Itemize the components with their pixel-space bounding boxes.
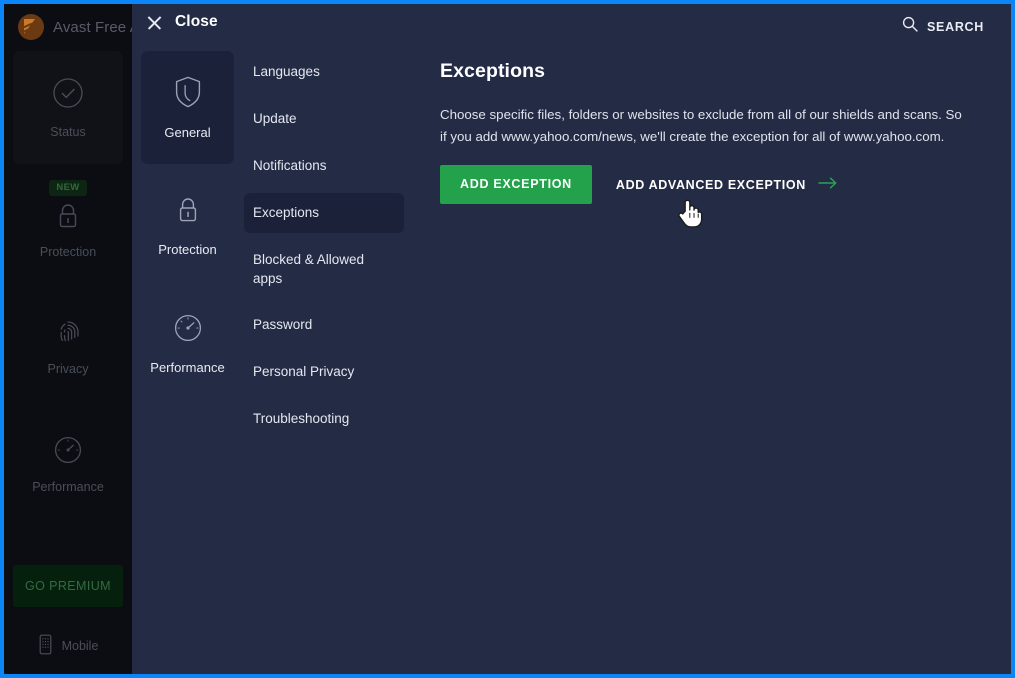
page-description: Choose specific files, folders or websit… [440, 107, 962, 144]
add-advanced-exception-button[interactable]: ADD ADVANCED EXCEPTION [616, 177, 838, 192]
add-exception-button[interactable]: ADD EXCEPTION [440, 165, 592, 204]
page-title: Exceptions [440, 60, 546, 82]
subnav-item-troubleshooting[interactable]: Troubleshooting [244, 399, 404, 439]
subnav-item-blocked-allowed-apps[interactable]: Blocked & Allowed apps [244, 240, 394, 298]
settings-category-label: Performance [150, 360, 225, 375]
check-circle-icon [51, 76, 85, 115]
settings-topbar: Close SEARCH [132, 4, 1011, 50]
lock-icon [54, 201, 82, 236]
settings-category-label: General [164, 125, 211, 140]
speedometer-icon [52, 434, 84, 471]
new-badge: NEW [49, 180, 87, 196]
sidebar-item-performance[interactable]: Performance [4, 434, 132, 494]
search-button-label: SEARCH [927, 19, 984, 34]
settings-subnav: Languages Update Notifications Exception… [244, 52, 404, 446]
app-window: Avast Free A Status NEW Protection Priva… [0, 0, 1015, 678]
settings-category-list: General Protection Performance [141, 51, 234, 405]
app-shell: Avast Free A Status NEW Protection Priva… [4, 4, 1011, 674]
sidebar-item-label: Performance [32, 480, 104, 494]
speedometer-icon [172, 312, 204, 349]
sidebar-item-privacy[interactable]: Privacy [4, 316, 132, 376]
settings-category-general[interactable]: General [141, 51, 234, 164]
subnav-item-password[interactable]: Password [244, 305, 404, 345]
sidebar-item-label: Protection [39, 244, 97, 259]
sidebar-item-status[interactable]: Status [13, 51, 123, 164]
avast-logo-icon [18, 14, 44, 40]
settings-content-pane: Exceptions Choose specific files, folder… [440, 60, 985, 204]
sidebar-item-label: Status [50, 125, 86, 139]
sidebar-item-mobile[interactable]: Mobile [4, 634, 132, 658]
arrow-right-icon [818, 177, 838, 192]
app-title: Avast Free A [53, 18, 140, 36]
sidebar-item-protection[interactable]: NEW Protection [4, 180, 132, 259]
subnav-item-personal-privacy[interactable]: Personal Privacy [244, 352, 404, 392]
go-premium-button[interactable]: GO PREMIUM [13, 565, 123, 607]
settings-dialog: Close SEARCH General Protection Performa… [132, 4, 1011, 674]
subnav-item-notifications[interactable]: Notifications [244, 146, 404, 186]
shield-icon [173, 75, 203, 114]
sidebar-item-label: Privacy [47, 362, 89, 376]
left-navigation-rail: Avast Free A Status NEW Protection Priva… [4, 4, 140, 674]
sidebar-item-label: Mobile [61, 639, 99, 653]
settings-category-performance[interactable]: Performance [141, 287, 234, 400]
lock-icon [174, 194, 202, 231]
subnav-item-languages[interactable]: Languages [244, 52, 404, 92]
app-brand: Avast Free A [18, 13, 140, 41]
subnav-item-exceptions[interactable]: Exceptions [244, 193, 404, 233]
close-button[interactable]: Close [146, 13, 218, 31]
close-icon [146, 14, 163, 31]
fingerprint-icon [52, 316, 84, 353]
search-button[interactable]: SEARCH [902, 16, 984, 37]
add-advanced-exception-label: ADD ADVANCED EXCEPTION [615, 177, 806, 192]
search-icon [902, 16, 918, 37]
mobile-phone-icon [38, 634, 53, 658]
settings-category-label: Protection [158, 242, 217, 257]
settings-category-protection[interactable]: Protection [141, 169, 234, 282]
subnav-item-update[interactable]: Update [244, 99, 404, 139]
close-button-label: Close [175, 13, 218, 30]
page-actions: ADD EXCEPTION ADD ADVANCED EXCEPTION [440, 165, 985, 204]
